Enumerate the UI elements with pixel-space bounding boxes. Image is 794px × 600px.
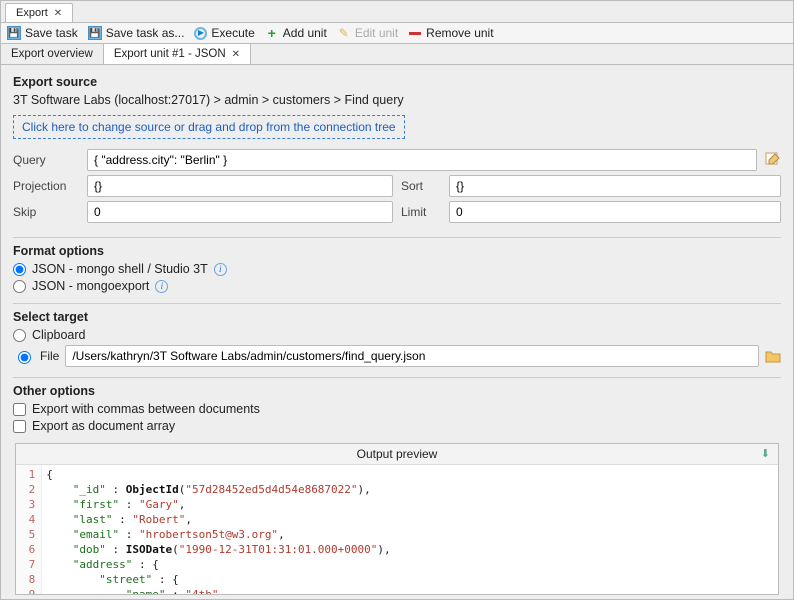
divider: [13, 237, 781, 238]
query-input[interactable]: [87, 149, 757, 171]
tab-unit-label: Export unit #1 - JSON: [114, 48, 226, 60]
output-preview-heading: Output preview ⬇: [16, 444, 778, 465]
query-label: Query: [13, 153, 79, 167]
save-icon: 💾: [7, 26, 21, 40]
output-preview-label: Output preview: [357, 447, 438, 461]
save-task-button[interactable]: 💾 Save task: [7, 26, 78, 40]
minus-icon: [408, 26, 422, 40]
export-commas-label: Export with commas between documents: [32, 402, 260, 416]
projection-input[interactable]: [87, 175, 393, 197]
change-source-link[interactable]: Click here to change source or drag and …: [13, 115, 405, 139]
execute-label: Execute: [211, 26, 254, 40]
close-icon[interactable]: ✕: [232, 49, 240, 60]
target-clipboard-label: Clipboard: [32, 328, 86, 342]
top-tabbar: Export ✕: [1, 1, 793, 23]
format-mongoexport-radio[interactable]: [13, 280, 26, 293]
tab-export-overview[interactable]: Export overview: [1, 44, 104, 64]
query-row: Query: [13, 149, 781, 171]
add-unit-label: Add unit: [283, 26, 327, 40]
output-preview-panel: Output preview ⬇ 1234567891011 { "_id" :…: [15, 443, 779, 595]
tab-overview-label: Export overview: [11, 48, 93, 60]
save-as-icon: 💾: [88, 26, 102, 40]
execute-button[interactable]: ▶ Execute: [194, 26, 254, 40]
editor-tab-export[interactable]: Export ✕: [5, 3, 73, 22]
remove-unit-button[interactable]: Remove unit: [408, 26, 493, 40]
content-panel: Export source 3T Software Labs (localhos…: [1, 65, 793, 595]
limit-label: Limit: [401, 205, 441, 219]
projection-label: Projection: [13, 179, 79, 193]
code-body: { "_id" : ObjectId("57d28452ed5d4d54e868…: [42, 465, 394, 595]
skip-label: Skip: [13, 205, 79, 219]
close-icon[interactable]: ✕: [54, 8, 62, 19]
save-task-as-button[interactable]: 💾 Save task as...: [88, 26, 185, 40]
format-json-shell-label: JSON - mongo shell / Studio 3T: [32, 262, 208, 276]
edit-unit-label: Edit unit: [355, 26, 398, 40]
toolbar: 💾 Save task 💾 Save task as... ▶ Execute …: [1, 23, 793, 44]
download-icon[interactable]: ⬇: [761, 447, 770, 460]
tab-export-unit[interactable]: Export unit #1 - JSON ✕: [104, 44, 251, 64]
skip-input[interactable]: [87, 201, 393, 223]
target-clipboard-radio[interactable]: [13, 329, 26, 342]
edit-query-icon[interactable]: [765, 152, 781, 168]
target-file-radio[interactable]: [18, 351, 31, 364]
code-preview: 1234567891011 { "_id" : ObjectId("57d284…: [16, 465, 778, 595]
sort-label: Sort: [401, 179, 441, 193]
export-commas-checkbox[interactable]: [13, 403, 26, 416]
format-json-shell-radio[interactable]: [13, 263, 26, 276]
export-source-heading: Export source: [13, 75, 781, 89]
play-icon: ▶: [194, 27, 207, 40]
file-path-input[interactable]: [65, 345, 759, 367]
remove-unit-label: Remove unit: [426, 26, 493, 40]
target-heading: Select target: [13, 310, 781, 324]
browse-folder-icon[interactable]: [765, 349, 781, 363]
divider: [13, 377, 781, 378]
secondary-tabs: Export overview Export unit #1 - JSON ✕: [1, 44, 793, 65]
add-unit-button[interactable]: + Add unit: [265, 26, 327, 40]
format-heading: Format options: [13, 244, 781, 258]
export-array-label: Export as document array: [32, 419, 175, 433]
editor-tab-label: Export: [16, 7, 48, 19]
target-file-label: File: [40, 349, 59, 363]
plus-icon: +: [265, 26, 279, 40]
info-icon[interactable]: i: [214, 263, 227, 276]
other-heading: Other options: [13, 384, 781, 398]
export-array-checkbox[interactable]: [13, 420, 26, 433]
limit-input[interactable]: [449, 201, 781, 223]
breadcrumb: 3T Software Labs (localhost:27017) > adm…: [13, 93, 781, 107]
edit-unit-button: ✎ Edit unit: [337, 26, 398, 40]
save-task-as-label: Save task as...: [106, 26, 185, 40]
pencil-icon: ✎: [337, 26, 351, 40]
divider: [13, 303, 781, 304]
save-task-label: Save task: [25, 26, 78, 40]
format-mongoexport-label: JSON - mongoexport: [32, 279, 149, 293]
info-icon[interactable]: i: [155, 280, 168, 293]
line-gutter: 1234567891011: [16, 465, 42, 595]
sort-input[interactable]: [449, 175, 781, 197]
